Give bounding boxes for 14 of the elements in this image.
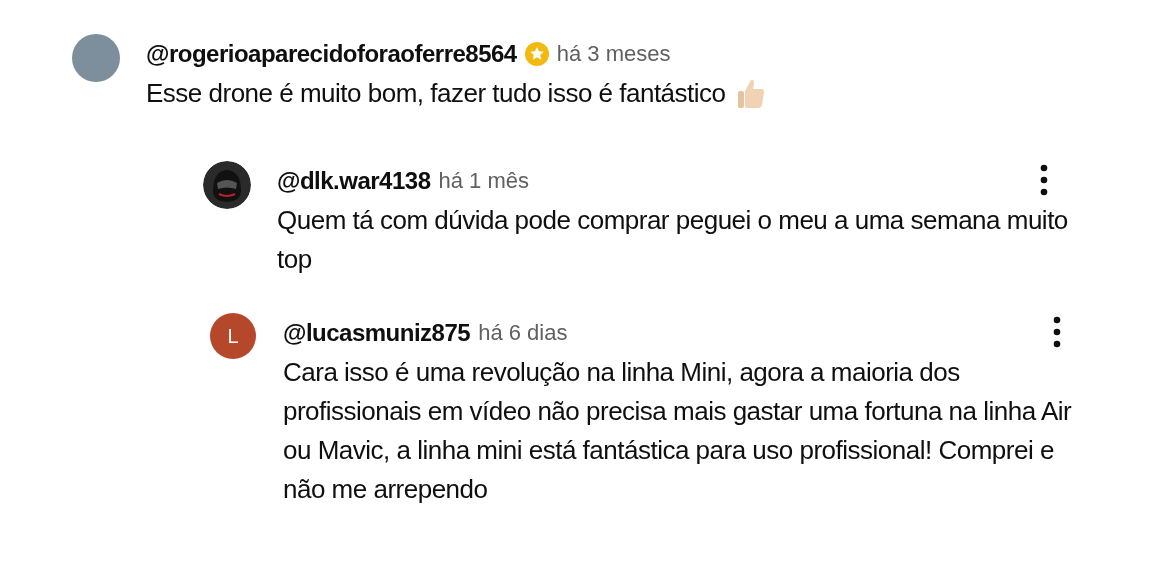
letter-avatar[interactable]: L [210, 313, 256, 359]
more-menu-icon[interactable] [1040, 164, 1048, 196]
comment-time: há 6 dias [478, 320, 568, 346]
comment-text: Cara isso é uma revolução na linha Mini, agora a maioria dos profissionais em vídeo não precisa mais gastar uma fortuna na linha Air ou Mavic, a linha mini está fantástica para uso profissional! Comprei e não me arrependo [283, 356, 1073, 506]
username[interactable]: @lucasmuniz875 [283, 319, 471, 347]
comment-text: Quem tá com dúvida pode comprar peguei o meu a uma semana muito top [277, 204, 1069, 276]
username[interactable]: @dlk.war4138 [277, 167, 431, 195]
comment-time: há 3 meses [556, 41, 671, 67]
avatar-photo-placeholder[interactable] [72, 34, 120, 82]
username[interactable]: @rogerioaparecidoforaoferre8564 [146, 40, 517, 68]
helmet-avatar-icon[interactable] [203, 161, 251, 209]
more-menu-icon[interactable] [1053, 316, 1061, 348]
comment-time: há 1 mês [438, 168, 529, 194]
comment-text: Esse drone é muito bom, fazer tudo isso é fantástico [146, 77, 726, 110]
